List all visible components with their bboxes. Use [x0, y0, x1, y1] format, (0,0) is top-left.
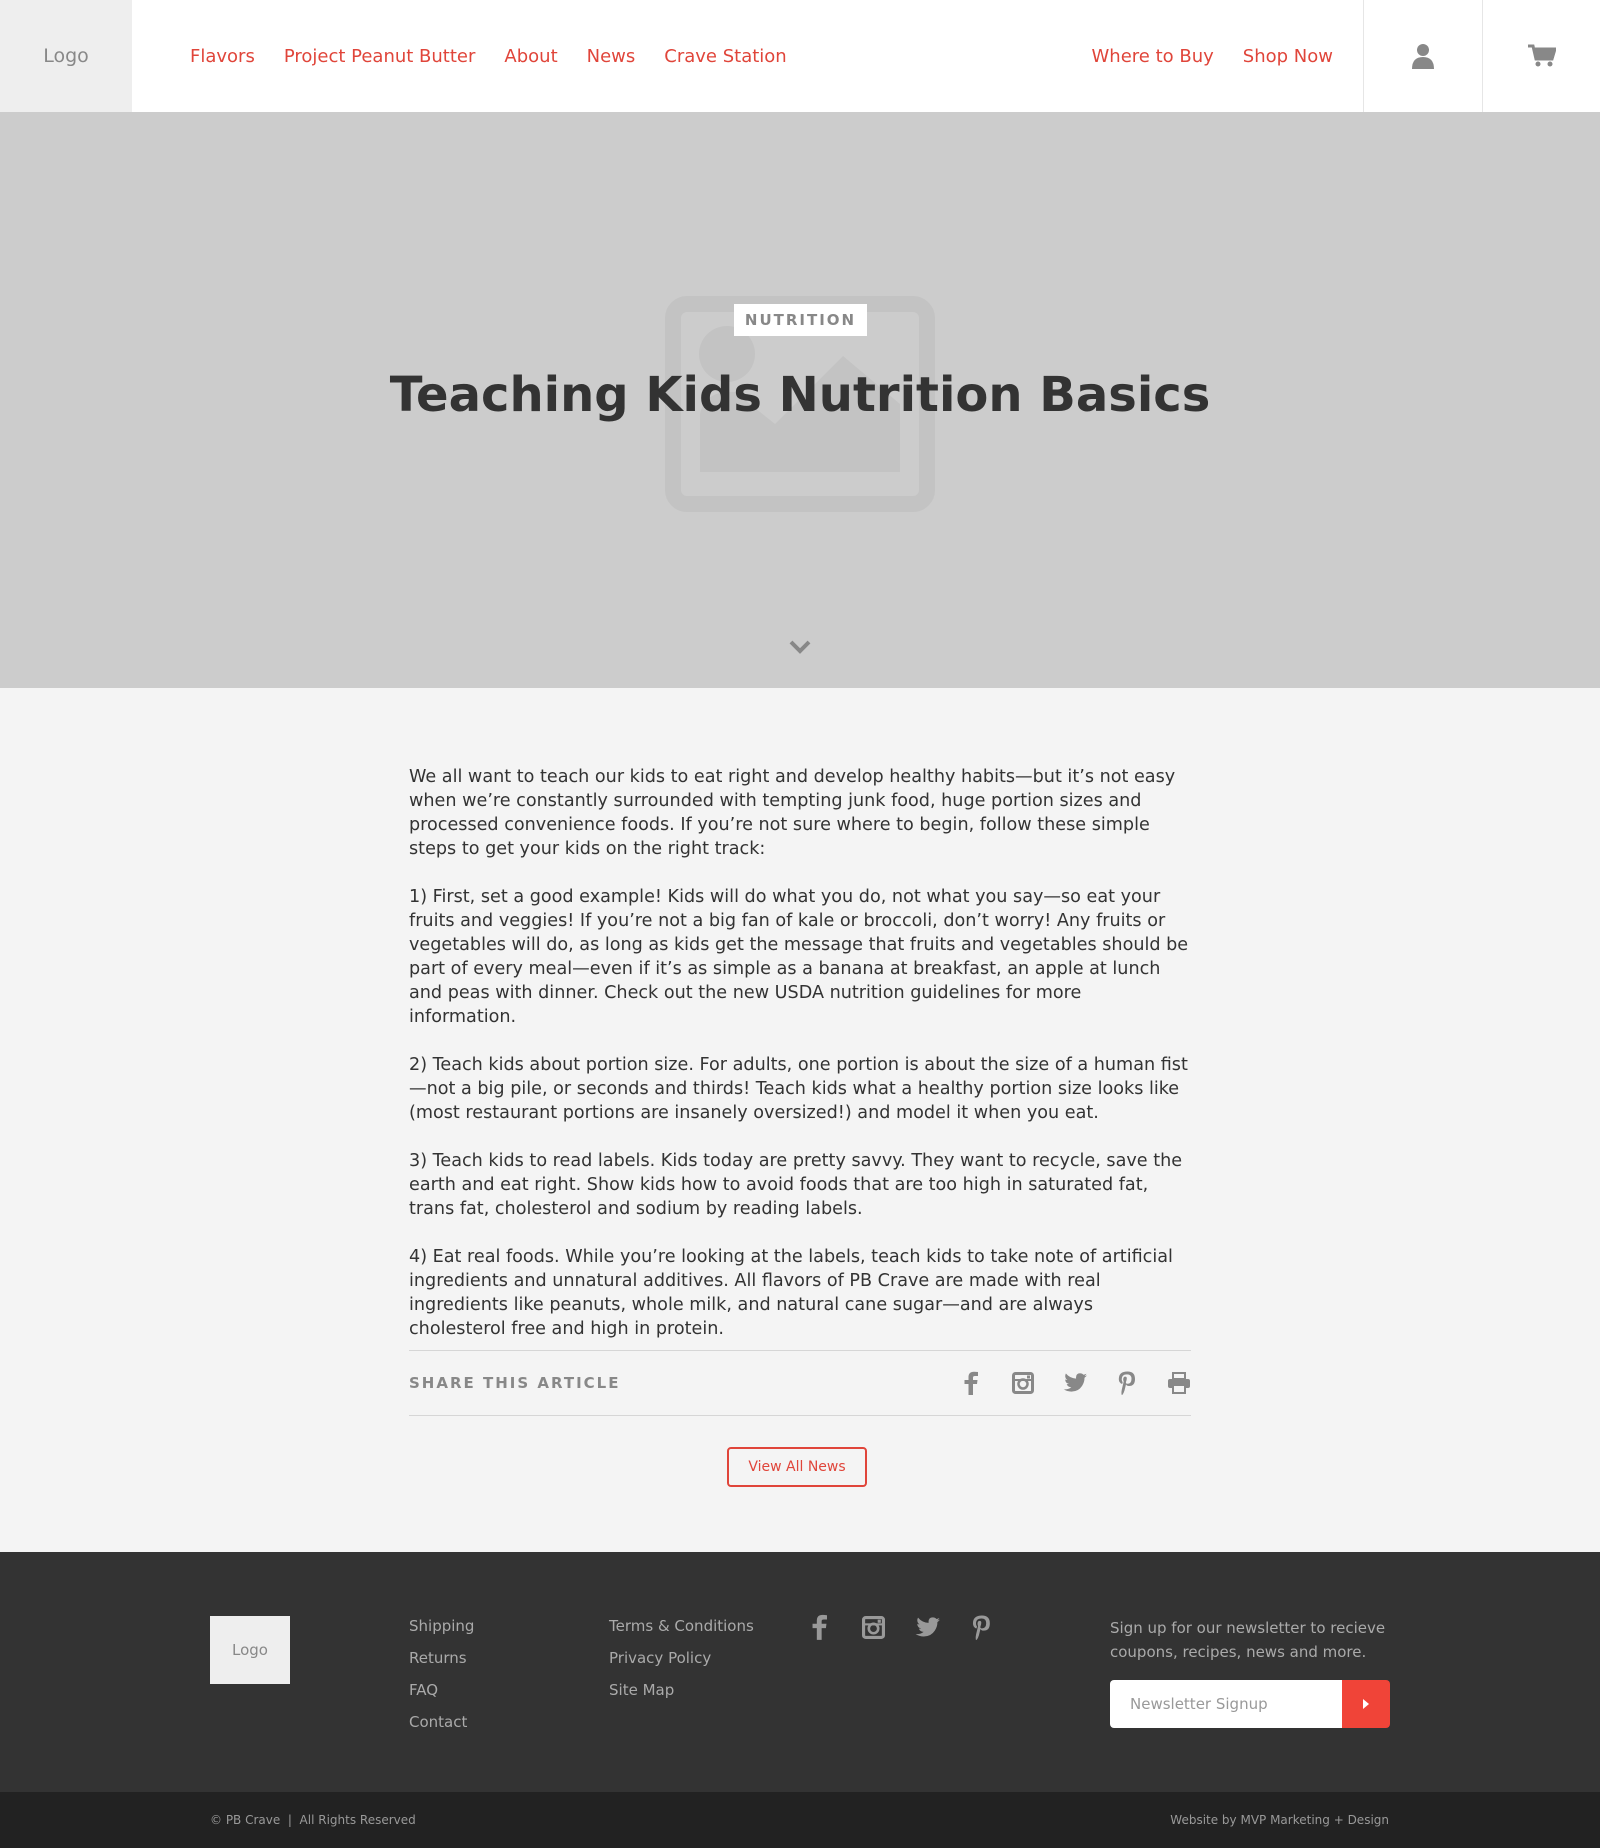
site-header: Logo Flavors Project Peanut Butter About…: [0, 0, 1600, 112]
twitter-icon[interactable]: [1063, 1371, 1087, 1395]
facebook-icon[interactable]: [806, 1614, 832, 1640]
twitter-icon[interactable]: [914, 1614, 940, 1640]
logo[interactable]: Logo: [0, 0, 132, 112]
view-all-news-button[interactable]: View All News: [727, 1447, 867, 1487]
pinterest-icon[interactable]: [968, 1614, 994, 1640]
caret-right-icon: [1363, 1699, 1369, 1709]
share-icons: [959, 1351, 1191, 1415]
footer-link-returns[interactable]: Returns: [409, 1648, 474, 1668]
copyright: © PB Crave | All Rights Reserved: [210, 1813, 416, 1827]
footer-link-sitemap[interactable]: Site Map: [609, 1680, 754, 1700]
chevron-down-icon[interactable]: [788, 639, 812, 655]
hero-banner: NUTRITION Teaching Kids Nutrition Basics: [0, 112, 1600, 688]
account-button[interactable]: [1363, 0, 1482, 112]
nav-news[interactable]: News: [587, 46, 636, 67]
footer-links-1: Shipping Returns FAQ Contact: [409, 1616, 474, 1744]
nav-project-peanut-butter[interactable]: Project Peanut Butter: [284, 46, 476, 67]
pinterest-icon[interactable]: [1115, 1371, 1139, 1395]
cart-button[interactable]: [1482, 0, 1600, 112]
cart-icon: [1528, 44, 1556, 67]
article-body: We all want to teach our kids to eat rig…: [409, 765, 1191, 1365]
print-icon[interactable]: [1167, 1371, 1191, 1395]
site-credit[interactable]: Website by MVP Marketing + Design: [1170, 1792, 1389, 1848]
article-paragraph: We all want to teach our kids to eat rig…: [409, 767, 1176, 859]
nav-shop-now[interactable]: Shop Now: [1243, 46, 1333, 67]
site-footer: Logo Shipping Returns FAQ Contact Terms …: [0, 1552, 1600, 1792]
article-paragraph: 2) Teach kids about portion size. For ad…: [409, 1055, 1188, 1123]
newsletter-text: Sign up for our newsletter to recieve co…: [1110, 1619, 1386, 1661]
footer-link-faq[interactable]: FAQ: [409, 1680, 474, 1700]
footer-link-privacy[interactable]: Privacy Policy: [609, 1648, 754, 1668]
category-badge[interactable]: NUTRITION: [734, 304, 867, 336]
facebook-icon[interactable]: [959, 1371, 983, 1395]
newsletter-submit-button[interactable]: [1342, 1680, 1390, 1728]
share-label: SHARE THIS ARTICLE: [409, 1374, 621, 1392]
secondary-nav: Where to Buy Shop Now: [1092, 0, 1334, 112]
footer-link-contact[interactable]: Contact: [409, 1712, 474, 1732]
main-nav: Flavors Project Peanut Butter About News…: [190, 0, 787, 112]
nav-crave-station[interactable]: Crave Station: [664, 46, 786, 67]
share-bar: SHARE THIS ARTICLE: [409, 1350, 1191, 1416]
footer-links-2: Terms & Conditions Privacy Policy Site M…: [609, 1616, 754, 1712]
user-icon: [1412, 44, 1434, 69]
footer-link-terms[interactable]: Terms & Conditions: [609, 1616, 754, 1636]
footer-social-icons: [806, 1614, 994, 1640]
footer-logo[interactable]: Logo: [210, 1616, 290, 1684]
newsletter-input[interactable]: [1110, 1680, 1342, 1728]
nav-where-to-buy[interactable]: Where to Buy: [1092, 46, 1214, 67]
instagram-icon[interactable]: [860, 1614, 886, 1640]
footer-link-shipping[interactable]: Shipping: [409, 1616, 474, 1636]
article-title: Teaching Kids Nutrition Basics: [389, 367, 1211, 423]
article-paragraph: 3) Teach kids to read labels. Kids today…: [409, 1151, 1183, 1219]
instagram-icon[interactable]: [1011, 1371, 1035, 1395]
article-paragraph: 4) Eat real foods. While you’re looking …: [409, 1247, 1173, 1339]
nav-flavors[interactable]: Flavors: [190, 46, 255, 67]
footer-bottom-bar: © PB Crave | All Rights Reserved Website…: [0, 1792, 1600, 1848]
article-paragraph: 1) First, set a good example! Kids will …: [409, 887, 1189, 1027]
nav-about[interactable]: About: [504, 46, 557, 67]
